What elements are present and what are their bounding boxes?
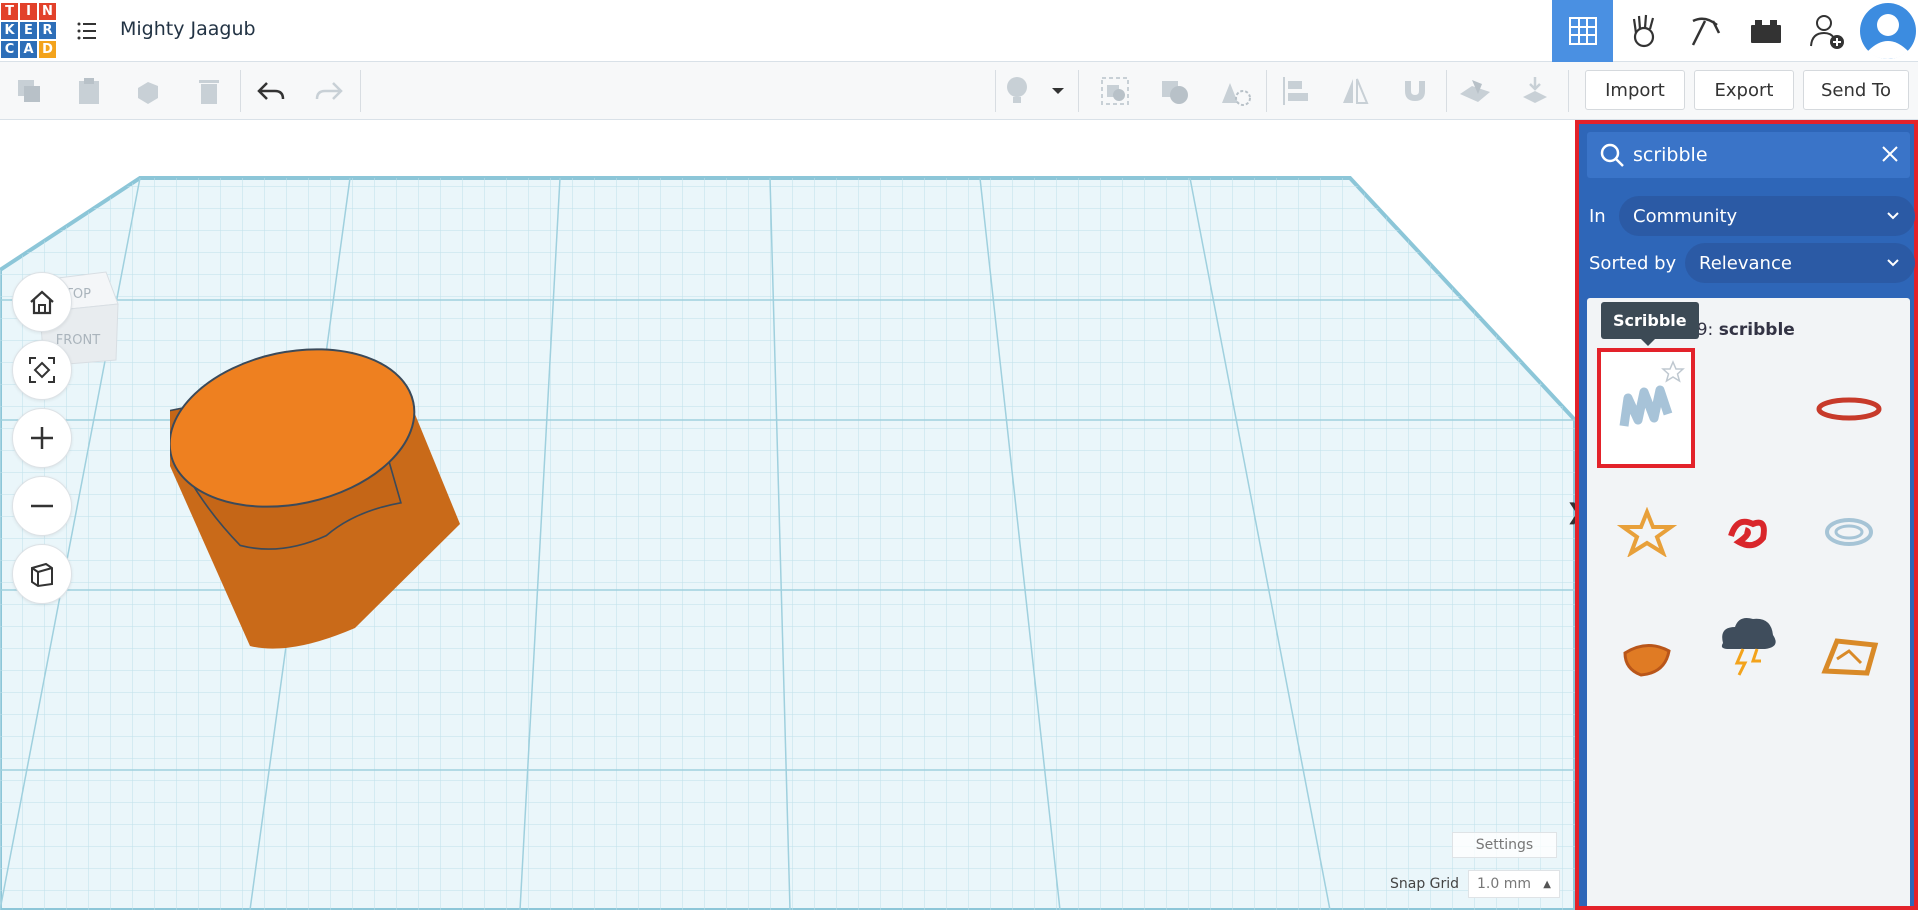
paste-icon[interactable] (70, 72, 108, 110)
shape-result-scribble[interactable] (1597, 348, 1695, 468)
chevron-down-icon (1885, 208, 1901, 229)
avatar[interactable] (1857, 0, 1918, 62)
duplicate-icon[interactable] (130, 72, 168, 110)
redo-icon[interactable] (310, 72, 348, 110)
cruise-icon[interactable] (1216, 72, 1254, 110)
sort-dropdown[interactable]: Relevance (1685, 243, 1915, 283)
zoom-out-button[interactable] (12, 476, 72, 536)
add-user-icon[interactable] (1796, 0, 1857, 62)
home-view-button[interactable] (12, 272, 72, 332)
search-icon (1599, 142, 1625, 172)
caret-up-icon: ▲ (1543, 879, 1551, 890)
chevron-down-icon[interactable] (1046, 72, 1070, 110)
grid-view-icon[interactable] (1552, 0, 1613, 62)
blocks-icon[interactable] (1613, 0, 1674, 62)
ungroup-icon[interactable] (1156, 72, 1194, 110)
in-label: In (1589, 206, 1606, 227)
design-title[interactable]: Mighty Jaagub (120, 18, 256, 40)
shape-result-2[interactable] (1801, 350, 1897, 468)
shape-result-8[interactable] (1801, 598, 1897, 716)
workplane-icon[interactable] (1456, 72, 1494, 110)
send-to-button[interactable]: Send To (1803, 70, 1909, 110)
lightbulb-icon[interactable] (998, 72, 1036, 110)
search-input[interactable] (1633, 140, 1853, 170)
sorted-by-label: Sorted by (1589, 253, 1677, 274)
snap-grid-select[interactable]: 1.0 mm ▲ (1468, 870, 1560, 898)
ruler-drop-icon[interactable] (1516, 72, 1554, 110)
mirror-icon[interactable] (1336, 72, 1374, 110)
fit-view-button[interactable] (12, 340, 72, 400)
snap-grid-value: 1.0 mm (1477, 876, 1531, 892)
bricks-pickaxe-icon[interactable] (1674, 0, 1735, 62)
chevron-down-icon (1885, 255, 1901, 276)
import-button[interactable]: Import (1585, 70, 1685, 110)
cylinder-shape[interactable] (170, 336, 470, 656)
search-results: und 9: scribble Scribble (1587, 298, 1910, 906)
shape-result-6[interactable] (1599, 598, 1695, 716)
search-box[interactable] (1587, 132, 1910, 178)
logo-letter: C (0, 40, 19, 59)
snap-grid-label: Snap Grid (1390, 876, 1460, 892)
category-dropdown[interactable]: Community (1619, 196, 1915, 236)
shape-result-3[interactable] (1599, 473, 1695, 591)
sort-value: Relevance (1699, 252, 1792, 274)
logo-letter: K (0, 21, 19, 40)
zoom-in-button[interactable] (12, 408, 72, 468)
shape-result-7[interactable] (1700, 586, 1796, 704)
top-nav (1552, 0, 1918, 62)
shape-result-4[interactable] (1700, 473, 1796, 591)
logo-letter: I (19, 2, 38, 21)
align-icon[interactable] (1276, 72, 1314, 110)
category-value: Community (1633, 205, 1738, 227)
logo-letter: D (38, 40, 57, 59)
logo-letter: R (38, 21, 57, 40)
perspective-button[interactable] (12, 544, 72, 604)
logo-letter: T (0, 2, 19, 21)
settings-button[interactable]: Settings (1452, 832, 1557, 858)
shape-tooltip: Scribble (1601, 302, 1699, 346)
edit-toolbar: Import Export Send To (0, 62, 1918, 120)
magnet-icon[interactable] (1396, 72, 1434, 110)
favorite-star-icon[interactable] (1661, 360, 1685, 388)
viewcube-front-label: FRONT (56, 333, 100, 348)
group-icon[interactable] (1096, 72, 1134, 110)
shapes-panel: In Community Sorted by Relevance und 9: … (1575, 120, 1918, 910)
logo-letter: A (19, 40, 38, 59)
logo-letter: E (19, 21, 38, 40)
workplane-viewport[interactable]: TOP FRONT (0, 120, 1575, 910)
design-list-icon[interactable] (76, 20, 98, 42)
trash-icon[interactable] (190, 72, 228, 110)
top-bar: TINKERCAD Mighty Jaagub (0, 0, 1918, 62)
close-icon[interactable] (1880, 144, 1900, 168)
export-button[interactable]: Export (1694, 70, 1794, 110)
tinkercad-logo[interactable]: TINKERCAD (0, 2, 57, 59)
copy-icon[interactable] (10, 72, 48, 110)
logo-letter: N (38, 2, 57, 21)
shape-result-5[interactable] (1801, 473, 1897, 591)
lego-brick-icon[interactable] (1735, 0, 1796, 62)
undo-icon[interactable] (252, 72, 290, 110)
